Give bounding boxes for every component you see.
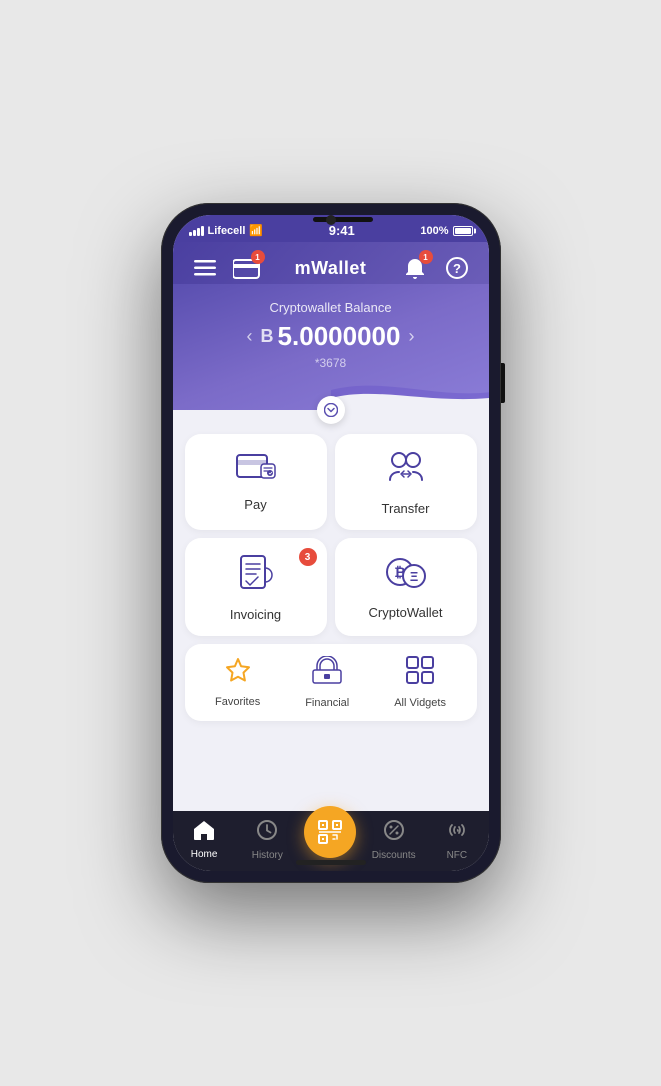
balance-label: Cryptowallet Balance	[189, 300, 473, 315]
nav-discounts[interactable]: Discounts	[368, 819, 420, 861]
nav-scan[interactable]	[304, 822, 356, 858]
nav-discounts-label: Discounts	[372, 850, 416, 861]
help-button[interactable]: ?	[441, 252, 473, 284]
main-content: Pay Transfer	[173, 410, 489, 811]
balance-value: 5.0000000	[278, 321, 401, 352]
financial-icon	[312, 656, 342, 691]
battery-icon	[453, 226, 473, 236]
balance-account: *3678	[189, 356, 473, 370]
transfer-label: Transfer	[382, 501, 430, 516]
favorites-label: Favorites	[215, 696, 260, 708]
nav-home[interactable]: Home	[178, 820, 230, 860]
all-vidgets-widget[interactable]: All Vidgets	[394, 656, 446, 709]
balance-prev-button[interactable]: ‹	[247, 326, 253, 347]
transfer-card[interactable]: Transfer	[335, 434, 477, 530]
signal-icon	[189, 226, 204, 236]
financial-widget[interactable]: Financial	[305, 656, 349, 709]
status-left: Lifecell 📶	[189, 224, 264, 237]
app-header: 1 mWallet 1 ?	[173, 242, 489, 284]
discounts-icon	[383, 819, 405, 847]
clock: 9:41	[329, 223, 355, 238]
history-icon	[256, 819, 278, 847]
power-button	[501, 363, 505, 403]
nfc-icon	[446, 819, 468, 847]
cryptowallet-card[interactable]: ₿ Ξ CryptoWallet	[335, 538, 477, 636]
balance-section: Cryptowallet Balance ‹ B 5.0000000 › *36…	[173, 284, 489, 410]
battery-fill	[455, 228, 471, 234]
svg-text:Ξ: Ξ	[409, 569, 417, 584]
invoicing-card[interactable]: 3 Invoicing	[185, 538, 327, 636]
nav-nfc[interactable]: NFC	[431, 819, 483, 861]
pay-label: Pay	[244, 497, 266, 512]
wifi-icon: 📶	[249, 224, 263, 237]
pay-card[interactable]: Pay	[185, 434, 327, 530]
nav-history-label: History	[252, 850, 283, 861]
nav-history[interactable]: History	[241, 819, 293, 861]
expand-button[interactable]	[317, 396, 345, 424]
card-badge: 1	[251, 250, 265, 264]
carrier-label: Lifecell	[208, 225, 246, 237]
notification-badge: 1	[419, 250, 433, 264]
status-right: 100%	[420, 225, 472, 237]
wallet-card-button[interactable]: 1	[231, 252, 263, 284]
header-left: 1	[189, 252, 263, 284]
favorites-icon	[224, 657, 252, 690]
menu-button[interactable]	[189, 252, 221, 284]
financial-label: Financial	[305, 697, 349, 709]
widget-row: Favorites Financial	[185, 644, 477, 721]
cryptowallet-icon: ₿ Ξ	[385, 554, 427, 597]
phone-device: Lifecell 📶 9:41 100%	[161, 203, 501, 883]
nav-nfc-label: NFC	[447, 850, 468, 861]
notification-button[interactable]: 1	[399, 252, 431, 284]
balance-row: ‹ B 5.0000000 ›	[189, 321, 473, 352]
balance-next-button[interactable]: ›	[408, 326, 414, 347]
invoicing-label: Invoicing	[230, 607, 281, 622]
scan-button[interactable]	[304, 806, 356, 858]
all-vidgets-icon	[406, 656, 434, 691]
pay-icon	[236, 450, 276, 489]
camera	[326, 215, 336, 225]
home-icon	[193, 820, 215, 846]
cards-grid: Pay Transfer	[185, 434, 477, 636]
balance-currency: B	[261, 326, 274, 347]
svg-text:?: ?	[453, 261, 461, 276]
cryptowallet-label: CryptoWallet	[369, 605, 443, 620]
transfer-icon	[386, 450, 426, 493]
balance-amount: B 5.0000000	[261, 321, 401, 352]
speaker-top	[313, 217, 373, 222]
nav-home-label: Home	[191, 849, 218, 860]
invoicing-badge: 3	[299, 548, 317, 566]
favorites-widget[interactable]: Favorites	[215, 657, 260, 708]
app-title: mWallet	[295, 258, 367, 279]
phone-screen: Lifecell 📶 9:41 100%	[173, 215, 489, 871]
invoicing-icon	[239, 554, 273, 599]
speaker-bottom	[296, 860, 366, 865]
header-right: 1 ?	[399, 252, 473, 284]
battery-label: 100%	[420, 225, 448, 237]
all-vidgets-label: All Vidgets	[394, 697, 446, 709]
